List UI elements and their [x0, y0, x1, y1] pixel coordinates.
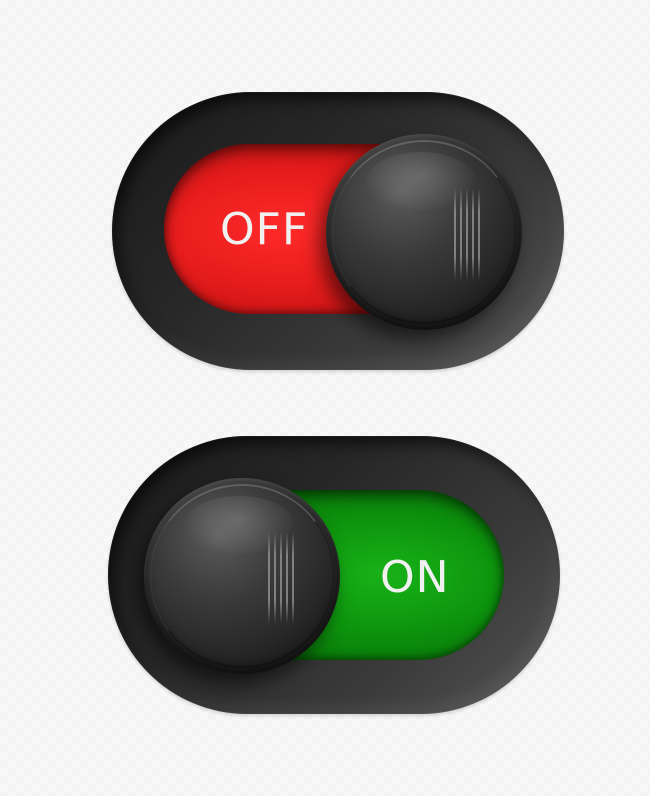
grip-lines-icon	[454, 188, 480, 280]
toggle-knob-icon[interactable]	[326, 134, 522, 330]
grip-lines-icon	[268, 532, 294, 624]
on-toggle-switch[interactable]: ON	[108, 436, 560, 714]
canvas: OFF ON	[0, 0, 650, 796]
toggle-knob-icon[interactable]	[144, 478, 340, 674]
off-state-label: OFF	[220, 204, 309, 255]
off-toggle-switch[interactable]: OFF	[112, 92, 564, 370]
on-state-label: ON	[380, 552, 450, 603]
